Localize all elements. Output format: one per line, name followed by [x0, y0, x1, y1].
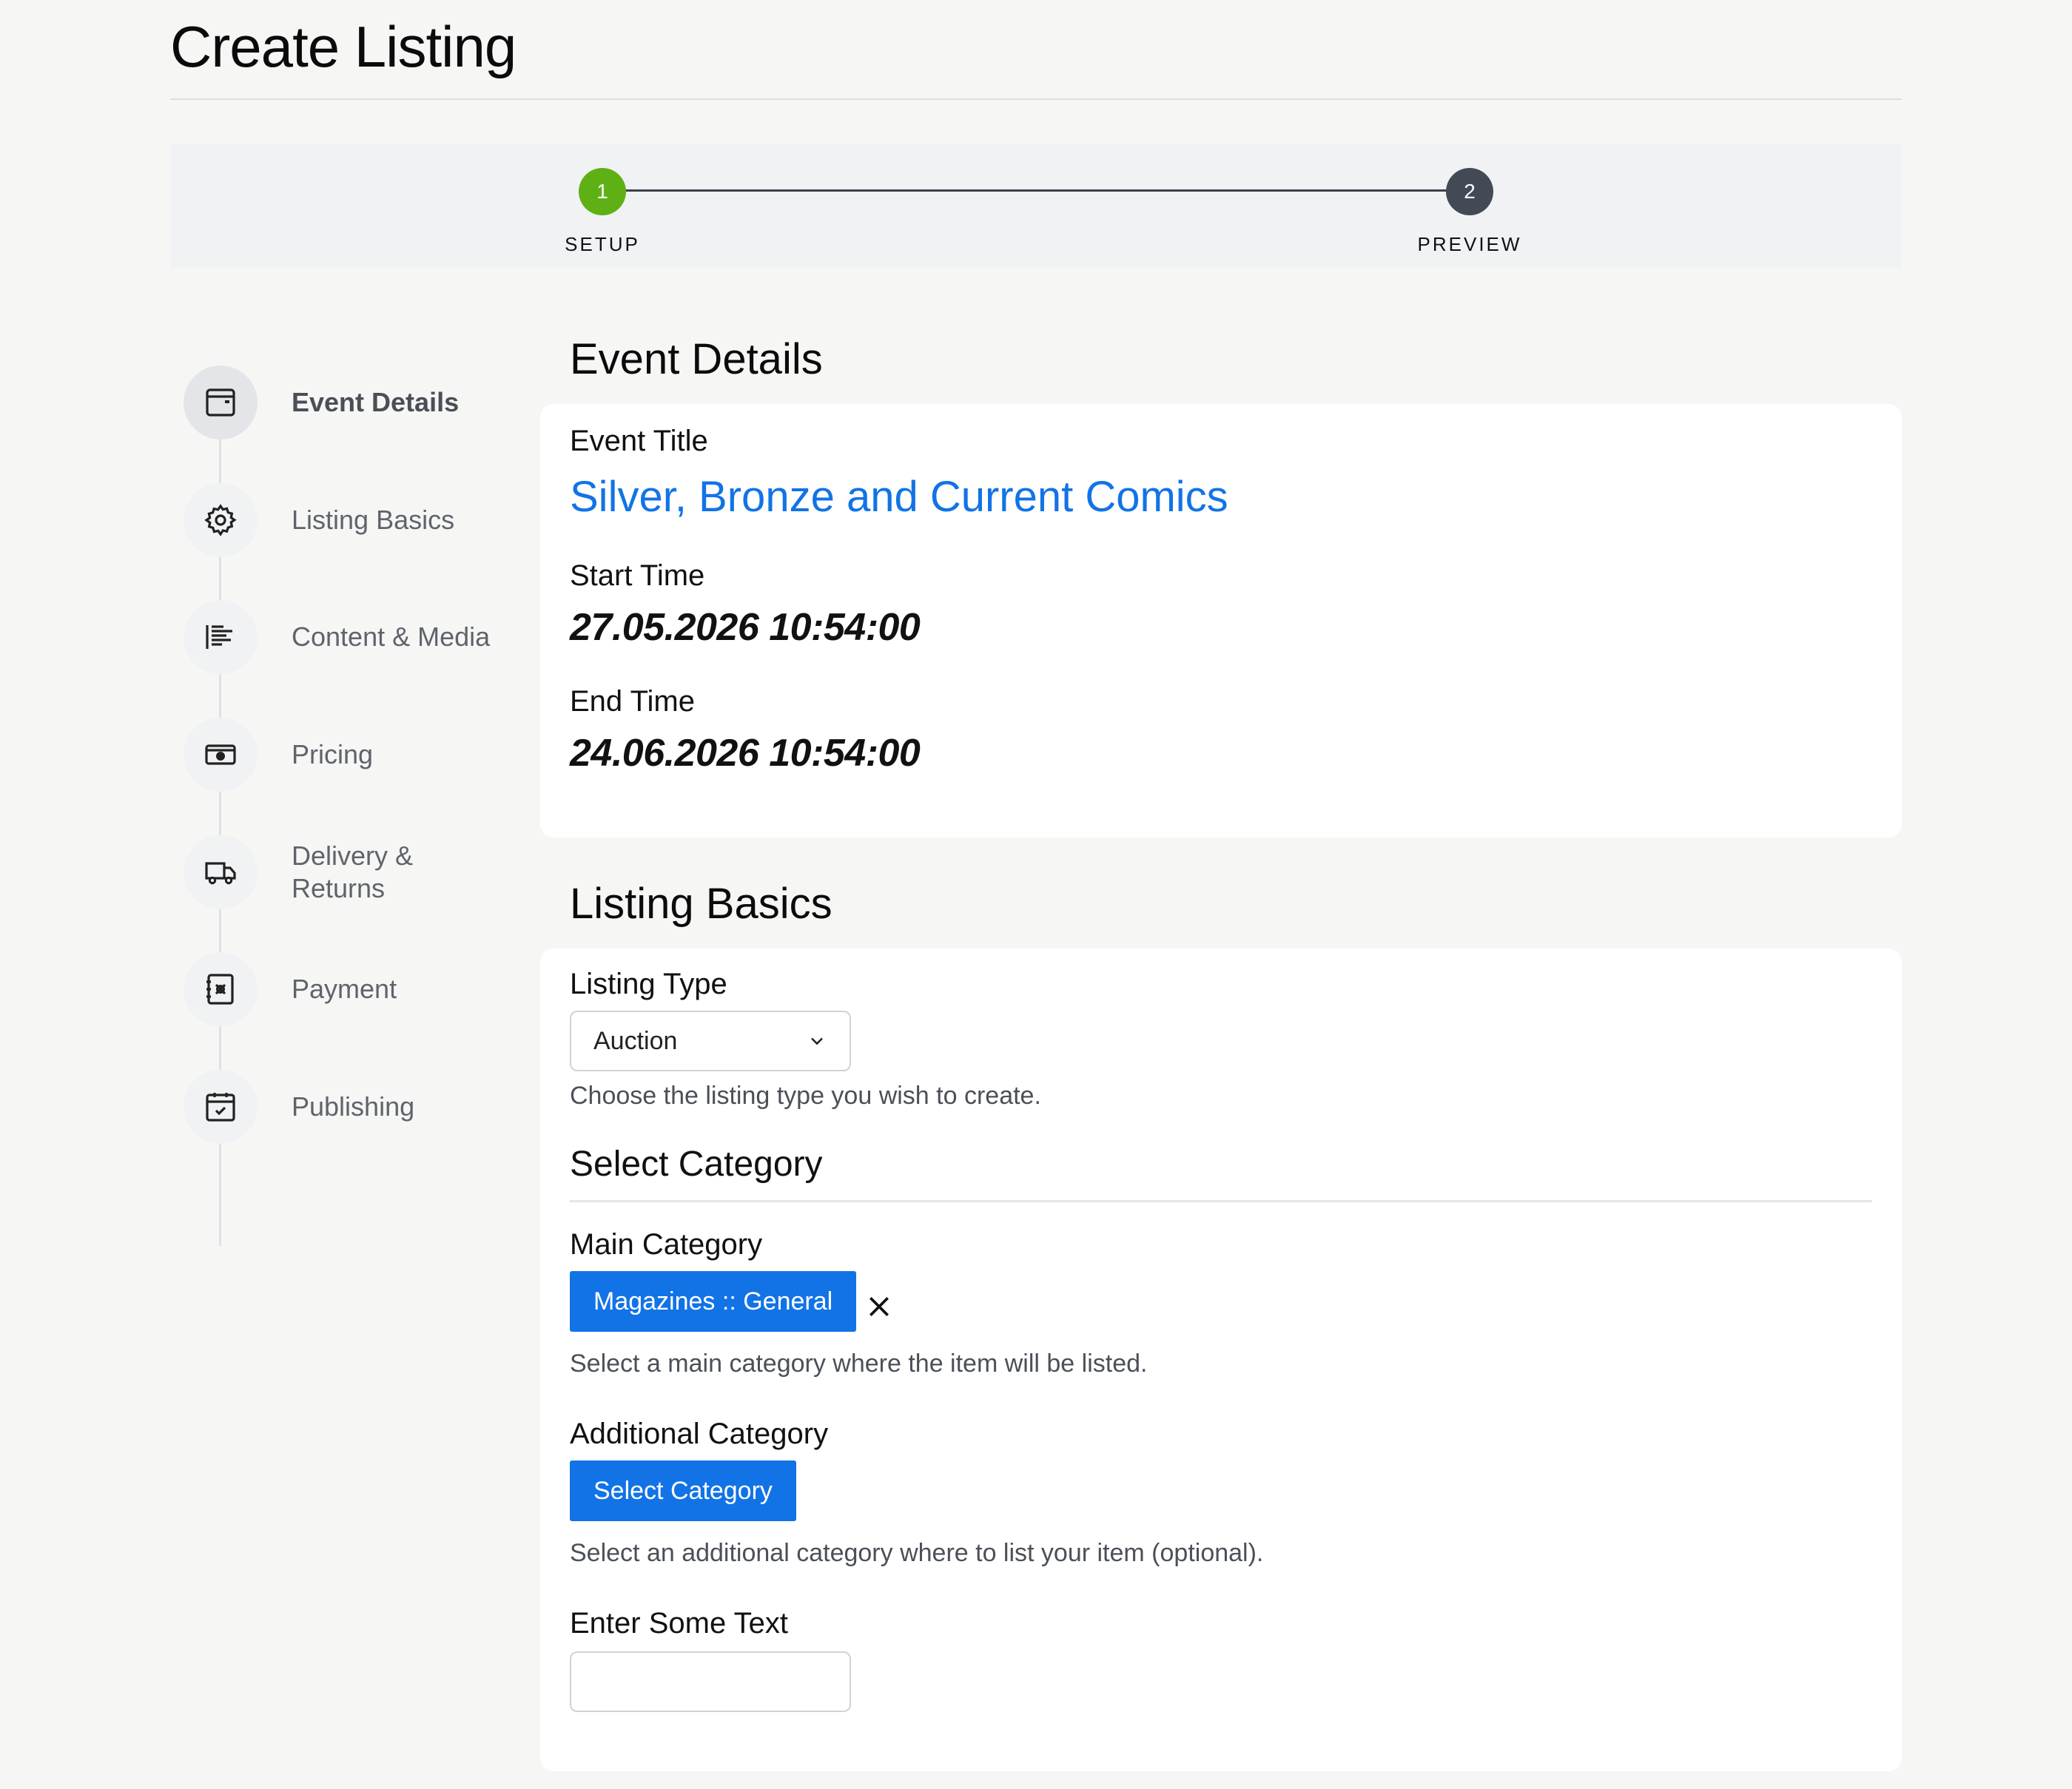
- sidebar-item-pricing[interactable]: Pricing: [184, 718, 509, 792]
- select-category-heading: Select Category: [570, 1145, 823, 1184]
- close-icon[interactable]: [864, 1292, 894, 1321]
- calendar-card-icon: [184, 365, 258, 439]
- sidebar-item-payment[interactable]: Payment: [184, 952, 509, 1026]
- calendar-check-icon: [184, 1070, 258, 1144]
- listing-type-help: Choose the listing type you wish to crea…: [570, 1082, 1041, 1110]
- page-title: Create Listing: [170, 14, 517, 79]
- enter-text-label: Enter Some Text: [570, 1607, 788, 1640]
- additional-category-label: Additional Category: [570, 1418, 829, 1450]
- sidebar-item-label: Publishing: [292, 1091, 415, 1122]
- event-title-label: Event Title: [570, 425, 708, 457]
- create-listing-page: Create Listing 1 2 SETUP PREVIEW Event D…: [0, 0, 2072, 1789]
- sidebar-item-publishing[interactable]: Publishing: [184, 1070, 509, 1144]
- sidebar-item-listing-basics[interactable]: Listing Basics: [184, 483, 509, 557]
- listing-basics-card: Listing Type Auction Choose the listing …: [540, 949, 1902, 1771]
- sidebar-item-label: Content & Media: [292, 621, 491, 652]
- sidebar-item-content-media[interactable]: Content & Media: [184, 600, 509, 674]
- chevron-down-icon: [811, 1037, 823, 1045]
- main-category-label: Main Category: [570, 1228, 763, 1261]
- sidebar-item-label: Payment: [292, 974, 397, 1004]
- end-time-label: End Time: [570, 685, 695, 718]
- sidebar-item-label: Delivery & Returns: [292, 840, 414, 903]
- progress-stepper: 1 2 SETUP PREVIEW: [170, 144, 1902, 269]
- start-time-value: 27.05.2026 10:54:00: [570, 606, 921, 649]
- event-details-card: Event Title Silver, Bronze and Current C…: [540, 404, 1902, 838]
- sidebar-item-label: Listing Basics: [292, 505, 455, 535]
- category-divider: [570, 1200, 1872, 1202]
- listing-basics-heading: Listing Basics: [570, 880, 832, 928]
- event-details-heading: Event Details: [570, 335, 823, 383]
- listing-type-selected-value: Auction: [593, 1026, 678, 1055]
- sidebar-item-delivery-returns[interactable]: Delivery & Returns: [184, 835, 509, 909]
- stepper-connector: [602, 189, 1471, 192]
- sidebar-item-label: Pricing: [292, 739, 374, 769]
- step-1-indicator[interactable]: 1: [579, 168, 626, 215]
- step-2-indicator[interactable]: 2: [1446, 168, 1493, 215]
- header-divider: [170, 98, 1902, 100]
- additional-category-help: Select an additional category where to l…: [570, 1539, 1264, 1567]
- truck-icon: [184, 835, 258, 909]
- start-time-label: Start Time: [570, 559, 705, 592]
- payment-book-icon: [184, 952, 258, 1026]
- select-category-button[interactable]: Select Category: [570, 1460, 796, 1521]
- listing-type-select[interactable]: Auction: [570, 1011, 851, 1071]
- end-time-value: 24.06.2026 10:54:00: [570, 732, 921, 775]
- sidebar-item-label: Event Details: [292, 387, 460, 417]
- event-title-value[interactable]: Silver, Bronze and Current Comics: [570, 472, 1228, 522]
- step-1-label: SETUP: [565, 233, 640, 255]
- cash-icon: [184, 718, 258, 792]
- sidebar-item-event-details[interactable]: Event Details: [184, 365, 509, 439]
- listing-type-label: Listing Type: [570, 968, 727, 1000]
- gear-icon: [184, 483, 258, 557]
- enter-text-input[interactable]: [570, 1651, 851, 1712]
- main-category-help: Select a main category where the item wi…: [570, 1350, 1148, 1378]
- text-lines-icon: [184, 600, 258, 674]
- main-category-button[interactable]: Magazines :: General: [570, 1271, 857, 1332]
- step-2-label: PREVIEW: [1417, 233, 1522, 255]
